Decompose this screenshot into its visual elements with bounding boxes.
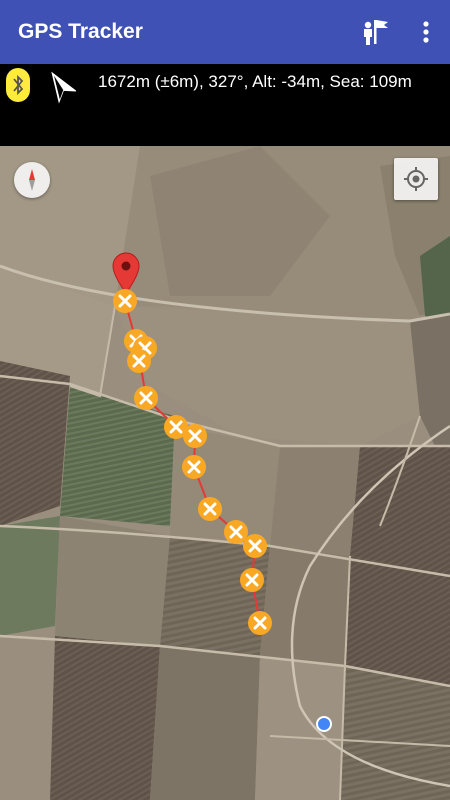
app-bar: GPS Tracker <box>0 0 450 64</box>
more-vert-icon <box>423 21 429 43</box>
my-location-icon <box>404 167 428 191</box>
waypoint-marker[interactable] <box>182 423 208 449</box>
waypoint-marker[interactable] <box>242 533 268 559</box>
map-terrain <box>0 146 450 800</box>
satellite-map[interactable] <box>0 146 450 800</box>
my-location-button[interactable] <box>394 158 438 200</box>
bluetooth-icon <box>6 68 30 102</box>
waypoint-marker[interactable] <box>181 454 207 480</box>
gps-readout: 1672m (±6m), 327°, Alt: -34m, Sea: 109m <box>98 72 412 91</box>
heading-indicator <box>44 66 78 104</box>
waypoint-flag-button[interactable] <box>358 14 394 50</box>
gps-status-bar: 1672m (±6m), 327°, Alt: -34m, Sea: 109m <box>0 64 450 146</box>
bluetooth-status <box>6 68 30 102</box>
waypoint-marker[interactable] <box>112 288 138 314</box>
waypoint-flag-person-icon <box>364 20 388 45</box>
waypoint-marker[interactable] <box>133 385 159 411</box>
overflow-menu-button[interactable] <box>412 14 440 50</box>
waypoint-marker[interactable] <box>247 610 273 636</box>
waypoint-marker[interactable] <box>126 348 152 374</box>
app-title: GPS Tracker <box>18 20 143 43</box>
navigation-arrow-icon <box>51 71 78 104</box>
compass-icon <box>29 169 35 191</box>
waypoint-marker[interactable] <box>239 567 265 593</box>
blue-dot-icon <box>316 716 332 732</box>
waypoint-marker[interactable] <box>197 496 223 522</box>
compass-button[interactable] <box>14 162 50 198</box>
